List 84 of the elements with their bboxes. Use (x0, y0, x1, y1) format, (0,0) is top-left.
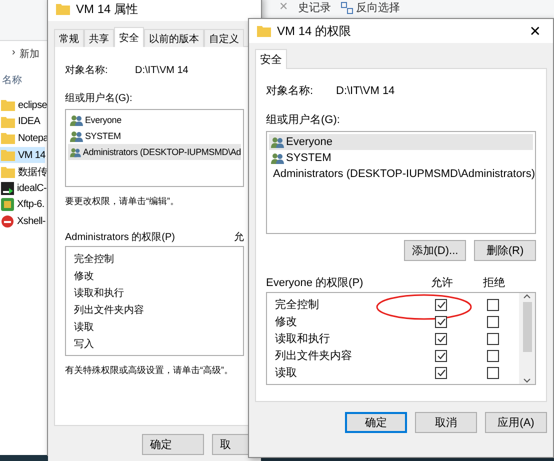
window-title: VM 14 属性 (76, 0, 140, 18)
checkbox[interactable] (487, 366, 499, 378)
checkbox[interactable] (487, 298, 499, 310)
breadcrumb-item[interactable]: 新加 (19, 47, 40, 69)
scrollbar[interactable] (519, 293, 535, 384)
dialog-button[interactable]: 确定 (142, 434, 204, 455)
dialog-button[interactable]: 取消 (415, 412, 477, 433)
column-header: 允 (234, 230, 244, 244)
group-item[interactable]: Administrators (DESKTOP-IUPMSMD\Ad (68, 144, 241, 160)
users-icon (271, 136, 284, 148)
file-item[interactable]: IDEA (0, 114, 40, 130)
column-header: 拒绝 (483, 276, 505, 290)
tab[interactable]: 自定义 (204, 29, 244, 47)
file-item[interactable]: VM 14 (0, 146, 46, 164)
tab[interactable]: 共享 (84, 29, 114, 47)
dialog-button[interactable]: 删除(R) (474, 240, 536, 261)
field-label: 组或用户名(G): (266, 112, 341, 127)
permissions-label: Everyone 的权限(P) (266, 276, 364, 290)
field-label: 组或用户名(G): (65, 92, 134, 105)
folder-icon (56, 3, 70, 15)
dialog-button[interactable]: 确定 (345, 412, 407, 433)
checkbox[interactable] (435, 316, 447, 328)
file-item[interactable]: 数据传 (0, 163, 48, 180)
folder-icon (1, 149, 15, 162)
permission-name: 修改 (274, 315, 298, 329)
field-label: 对象名称: (266, 84, 314, 98)
checkbox[interactable] (435, 332, 447, 344)
advanced-hint: 有关特殊权限或高级设置，请单击“高级”。 (65, 364, 234, 377)
file-item[interactable]: Xftp-6. (0, 196, 44, 214)
select-icon (341, 2, 354, 14)
dialog-button[interactable]: 应用(A) (485, 412, 547, 433)
field-value: D:\IT\VM 14 (336, 84, 395, 96)
edit-hint: 要更改权限，请单击“编辑”。 (65, 195, 180, 208)
permission-name: 读取 (274, 366, 298, 380)
scroll-down-icon[interactable] (523, 378, 531, 384)
permission-name: 列出文件夹内容 (73, 304, 145, 316)
field-value: D:\IT\VM 14 (135, 64, 188, 76)
tab[interactable]: 安全 (114, 27, 144, 47)
checkbox[interactable] (435, 350, 447, 362)
column-header: 允许 (431, 276, 453, 290)
tab[interactable]: 安全 (255, 49, 287, 69)
group-item[interactable]: Everyone (68, 112, 241, 128)
breadcrumb-separator: › (12, 47, 16, 60)
checkbox[interactable] (487, 332, 499, 344)
permission-name: 完全控制 (73, 252, 115, 266)
folder-icon (1, 166, 15, 178)
file-item[interactable]: eclipse (0, 97, 48, 114)
checkbox[interactable] (435, 366, 447, 378)
users-icon (271, 152, 284, 164)
scroll-up-icon[interactable] (523, 293, 531, 299)
folder-icon (1, 116, 15, 128)
ribbon-item[interactable]: 史记录 (298, 0, 332, 15)
field-label: 对象名称: (65, 64, 109, 77)
folder-icon (1, 99, 15, 112)
checkbox[interactable] (487, 350, 499, 362)
permission-name: 完全控制 (274, 298, 320, 312)
folder-icon (1, 132, 15, 144)
permission-name: 列出文件夹内容 (274, 348, 353, 363)
group-item[interactable]: Administrators (DESKTOP-IUPMSMD\Administrators) (269, 166, 533, 182)
checkbox[interactable] (435, 298, 447, 310)
group-item[interactable]: SYSTEM (269, 150, 533, 166)
group-item[interactable]: Everyone (269, 134, 533, 150)
permission-name: 写入 (73, 338, 95, 350)
permissions-label: Administrators 的权限(P) (65, 230, 176, 244)
permission-name: 修改 (73, 270, 95, 282)
users-icon (70, 114, 83, 126)
permission-name: 读取和执行 (274, 332, 331, 346)
file-item[interactable]: idealC- (0, 180, 47, 197)
close-button[interactable]: ✕ (525, 22, 545, 40)
file-item[interactable]: Xshell- (0, 213, 46, 230)
permission-name: 读取 (73, 320, 95, 334)
group-item[interactable]: SYSTEM (68, 128, 241, 144)
users-icon (70, 130, 83, 142)
tab[interactable]: 常规 (54, 29, 84, 47)
permission-name: 读取和执行 (73, 286, 125, 300)
folder-icon (257, 25, 271, 37)
app-icon (1, 198, 14, 212)
users-icon (70, 146, 81, 158)
window-title: VM 14 的权限 (277, 22, 352, 40)
dialog-button[interactable]: 添加(D)... (404, 240, 466, 261)
checkbox[interactable] (487, 316, 499, 328)
ribbon-item[interactable]: 反向选择 (341, 0, 400, 15)
tab[interactable]: 以前的版本 (144, 29, 204, 47)
column-header[interactable]: 名称 (0, 69, 22, 97)
